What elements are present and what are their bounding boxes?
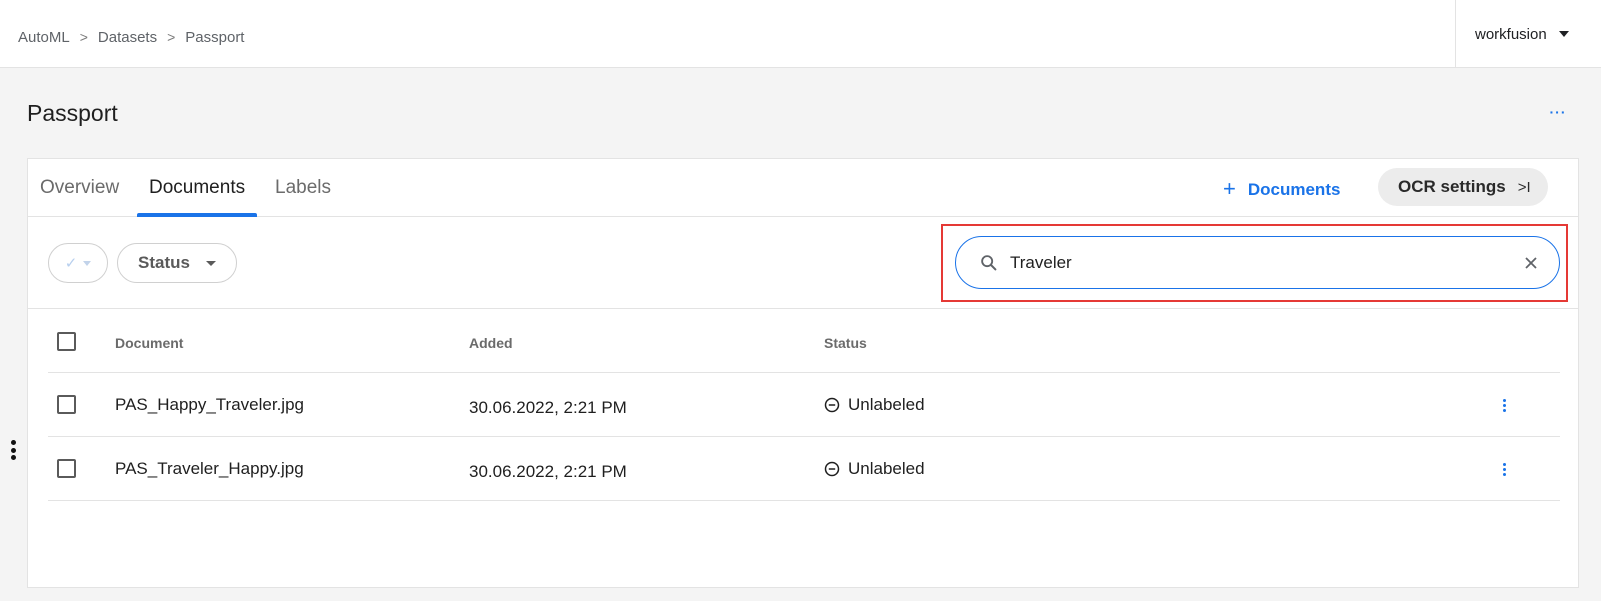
minus-circle-icon xyxy=(824,461,840,477)
status-cell: Unlabeled xyxy=(824,373,925,437)
more-options-button[interactable]: ··· xyxy=(1546,104,1570,122)
side-drag-handle[interactable] xyxy=(10,440,16,460)
status-filter-label: Status xyxy=(138,253,190,272)
table-row[interactable]: PAS_Happy_Traveler.jpg 30.06.2022, 2:21 … xyxy=(48,373,1560,437)
chevron-right-icon: > xyxy=(79,29,88,45)
status-label: Unlabeled xyxy=(848,459,925,478)
top-bar: AutoML > Datasets > Passport workfusion xyxy=(0,0,1601,68)
tab-overview[interactable]: Overview xyxy=(28,177,131,217)
kebab-dot xyxy=(1502,408,1506,412)
check-icon: ✓ xyxy=(64,255,78,272)
account-name: workfusion xyxy=(1475,25,1547,43)
handle-dot xyxy=(10,447,16,453)
column-header-added[interactable]: Added xyxy=(469,309,513,373)
ocr-settings-button[interactable]: OCR settings >I xyxy=(1378,168,1548,206)
close-icon[interactable] xyxy=(1521,253,1541,273)
kebab-dot xyxy=(1502,398,1506,402)
column-header-document[interactable]: Document xyxy=(115,309,183,373)
caret-down-icon xyxy=(1558,31,1569,37)
search-field[interactable] xyxy=(955,236,1560,289)
caret-down-icon xyxy=(83,260,92,266)
chevron-right-icon: > xyxy=(167,29,176,45)
handle-dot xyxy=(10,455,16,460)
documents-panel: Overview Documents Labels + Documents OC… xyxy=(27,158,1579,588)
breadcrumb: AutoML > Datasets > Passport xyxy=(18,26,244,48)
tab-documents[interactable]: Documents xyxy=(137,177,258,217)
add-documents-button[interactable]: + Documents xyxy=(1223,175,1340,205)
added-date: 30.06.2022, 2:21 PM xyxy=(469,397,627,417)
status-cell: Unlabeled xyxy=(824,437,925,501)
panel-open-icon: >I xyxy=(1517,178,1531,196)
added-date: 30.06.2022, 2:21 PM xyxy=(469,461,627,481)
kebab-dot xyxy=(1502,462,1506,466)
selection-filter-button[interactable]: ✓ xyxy=(48,243,108,283)
plus-icon: + xyxy=(1223,176,1236,201)
status-label: Unlabeled xyxy=(848,395,925,414)
row-menu-button[interactable] xyxy=(1496,457,1512,481)
kebab-dot xyxy=(1502,467,1506,471)
breadcrumb-automl[interactable]: AutoML xyxy=(18,29,70,46)
filter-bar: ✓ Status xyxy=(28,217,1578,309)
breadcrumb-datasets[interactable]: Datasets xyxy=(98,29,157,46)
column-header-status[interactable]: Status xyxy=(824,309,867,373)
search-input[interactable] xyxy=(1010,247,1500,278)
row-menu-button[interactable] xyxy=(1496,393,1512,417)
row-checkbox[interactable] xyxy=(57,459,76,478)
table-header-row: Document Added Status xyxy=(48,309,1560,373)
kebab-dot xyxy=(1502,472,1506,476)
document-name[interactable]: PAS_Happy_Traveler.jpg xyxy=(115,373,304,437)
status-filter-button[interactable]: Status xyxy=(117,243,237,283)
ocr-settings-label: OCR settings xyxy=(1398,177,1506,196)
page-title: Passport xyxy=(27,100,118,126)
breadcrumb-passport: Passport xyxy=(185,28,245,46)
select-all-checkbox[interactable] xyxy=(57,332,76,351)
add-documents-label: Documents xyxy=(1247,180,1341,199)
caret-down-icon xyxy=(205,260,216,266)
row-checkbox[interactable] xyxy=(57,395,76,414)
account-menu[interactable]: workfusion xyxy=(1455,0,1601,68)
tabs-bar: Overview Documents Labels + Documents OC… xyxy=(28,159,1578,217)
minus-circle-icon xyxy=(824,397,840,413)
document-name[interactable]: PAS_Traveler_Happy.jpg xyxy=(115,437,304,501)
search-icon xyxy=(981,254,997,270)
documents-table: Document Added Status PAS_Happy_Traveler… xyxy=(48,309,1560,501)
tab-labels[interactable]: Labels xyxy=(263,177,343,217)
table-row[interactable]: PAS_Traveler_Happy.jpg 30.06.2022, 2:21 … xyxy=(48,437,1560,501)
handle-dot xyxy=(10,440,16,445)
kebab-dot xyxy=(1502,403,1506,407)
